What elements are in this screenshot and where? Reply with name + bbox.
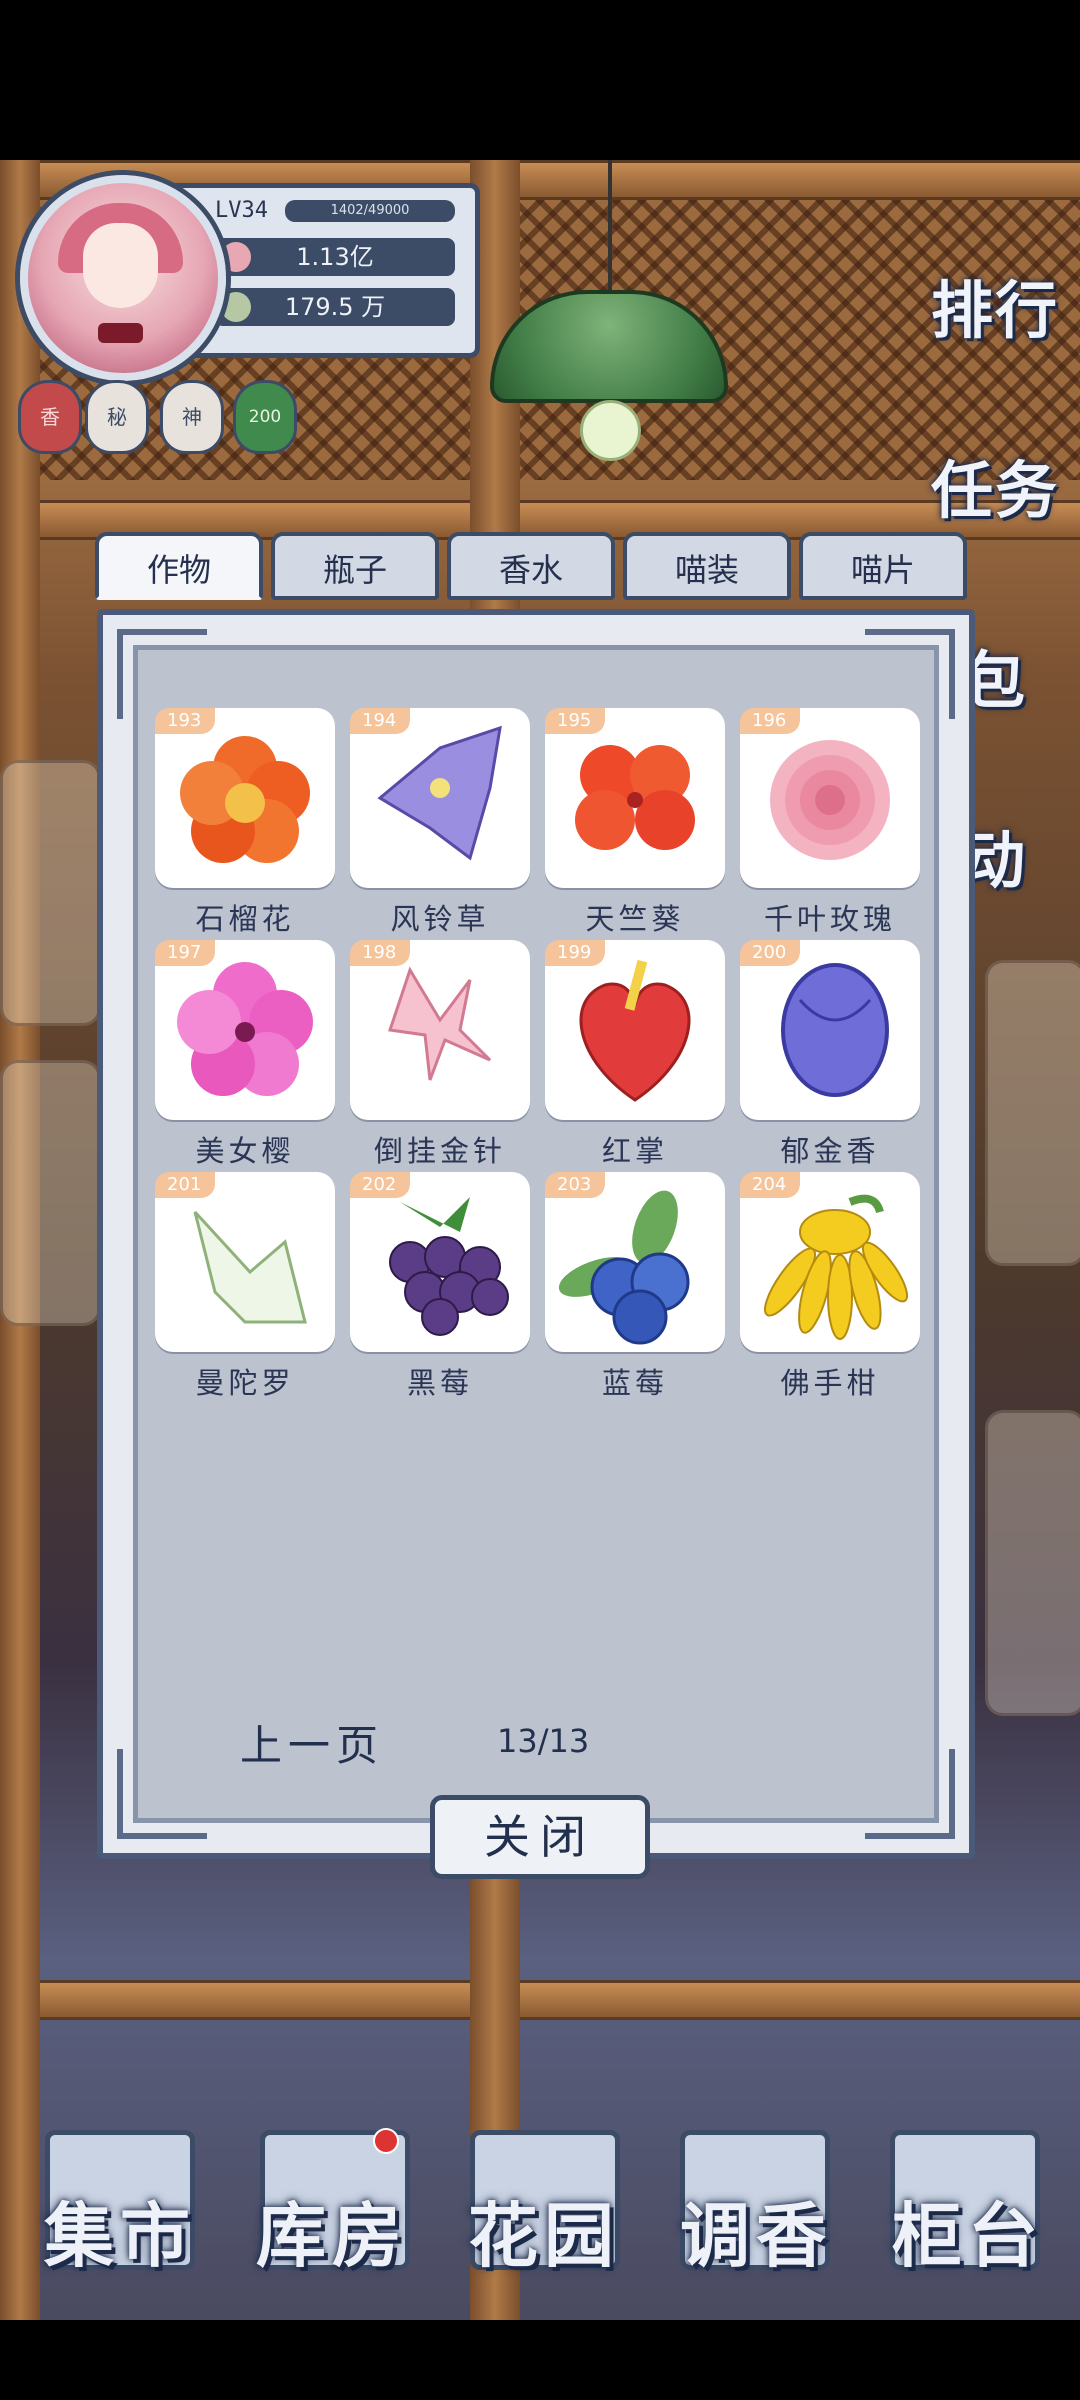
category-tabs: 作物 瓶子 香水 喵装 喵片 <box>95 532 975 607</box>
lamp-cord <box>608 160 612 290</box>
nav-perfumery[interactable]: 调香 <box>646 2180 866 2281</box>
ornament-corner <box>117 1749 207 1839</box>
item-name: 蓝莓 <box>601 1366 668 1400</box>
item-name: 千叶玫瑰 <box>763 902 896 936</box>
tab-cat-outfit[interactable]: 喵装 <box>623 532 791 600</box>
blueberry-icon <box>558 1190 690 1345</box>
item-name: 郁金香 <box>780 1134 880 1168</box>
item-card-bg: 201 <box>155 1172 335 1352</box>
close-button[interactable]: 关闭 <box>430 1795 650 1879</box>
bergamot-icon <box>764 1194 909 1340</box>
avatar-face <box>83 223 158 308</box>
item-number: 199 <box>545 940 606 966</box>
tab-crops[interactable]: 作物 <box>95 532 263 600</box>
item-number: 203 <box>545 1172 606 1198</box>
item-number: 197 <box>155 940 216 966</box>
currency-coins: 1.13亿 <box>215 238 455 276</box>
tab-perfume[interactable]: 香水 <box>447 532 615 600</box>
item-card-bg: 200 <box>740 940 920 1120</box>
leaf-icon <box>221 292 251 322</box>
task-button[interactable]: 任务 <box>920 400 1070 530</box>
tab-bottles[interactable]: 瓶子 <box>271 532 439 600</box>
currency-coins-value: 1.13亿 <box>296 243 374 271</box>
item-name: 风铃草 <box>390 902 490 936</box>
fuchsia-icon <box>388 966 492 1081</box>
player-profile[interactable]: LV34 1402/49000 1.13亿 179.5 万 <box>10 175 480 381</box>
jar-shelf <box>0 760 101 1026</box>
item-card-bg: 193 <box>155 708 335 888</box>
item-card-bg: 195 <box>545 708 725 888</box>
geranium-icon <box>575 745 695 850</box>
item-name: 天竺葵 <box>585 902 685 936</box>
item-name: 黑莓 <box>406 1366 473 1400</box>
bellflower-icon <box>377 725 502 861</box>
prev-page-button[interactable]: 上一页 <box>240 1712 384 1773</box>
item-card-bg: 198 <box>350 940 530 1120</box>
player-level: LV34 <box>215 198 268 223</box>
item-card-bg: 199 <box>545 940 725 1120</box>
badge-shen[interactable]: 神 <box>160 380 224 454</box>
nav-market[interactable]: 集市 <box>10 2180 230 2281</box>
item-name: 红掌 <box>601 1134 668 1168</box>
bulb-icon <box>580 400 641 461</box>
exp-bar: 1402/49000 <box>285 200 455 222</box>
wood-beam <box>0 1980 1080 2020</box>
anthurium-icon <box>579 959 691 1102</box>
item-name: 佛手柑 <box>780 1366 880 1400</box>
item-number: 201 <box>155 1172 216 1198</box>
ornament-corner <box>865 1749 955 1839</box>
item-name: 倒挂金针 <box>373 1134 506 1168</box>
tab-cat-cards[interactable]: 喵片 <box>799 532 967 600</box>
tulip-icon <box>781 963 889 1097</box>
item-card-bg: 202 <box>350 1172 530 1352</box>
item-number: 202 <box>350 1172 411 1198</box>
ranking-label: 排行 <box>930 274 1059 347</box>
item-card-bg: 197 <box>155 940 335 1120</box>
item-name: 石榴花 <box>195 902 295 936</box>
item-name: 美女樱 <box>195 1134 295 1168</box>
task-label: 任务 <box>930 454 1059 527</box>
rose-icon <box>770 740 890 860</box>
currency-leaves: 179.5 万 <box>215 288 455 326</box>
item-card-bg: 196 <box>740 708 920 888</box>
item-card-bg: 194 <box>350 708 530 888</box>
ranking-button[interactable]: 排行 <box>920 220 1070 350</box>
notification-dot <box>373 2128 399 2154</box>
ornament-corner <box>865 629 955 719</box>
item-number: 200 <box>740 940 801 966</box>
verbena-icon <box>177 962 313 1096</box>
item-number: 193 <box>155 708 216 734</box>
blackberry-icon <box>389 1197 509 1336</box>
item-card-bg: 204 <box>740 1172 920 1352</box>
item-number: 198 <box>350 940 411 966</box>
jar-shelf <box>0 1060 101 1326</box>
item-number: 196 <box>740 708 801 734</box>
nav-garden[interactable]: 花园 <box>434 2180 654 2281</box>
ornament-corner <box>117 629 207 719</box>
badge-mi[interactable]: 秘 <box>85 380 149 454</box>
page-indicator: 13/13 <box>497 1722 590 1760</box>
item-card-bg: 203 <box>545 1172 725 1352</box>
jar-shelf <box>985 960 1080 1266</box>
badge-200[interactable]: 200 <box>233 380 297 454</box>
nav-counter[interactable]: 柜台 <box>858 2180 1078 2281</box>
item-number: 204 <box>740 1172 801 1198</box>
item-number: 195 <box>545 708 606 734</box>
nav-warehouse[interactable]: 库房 <box>222 2180 442 2281</box>
avatar-bow <box>98 323 143 343</box>
datura-icon <box>193 1210 307 1324</box>
item-number: 194 <box>350 708 411 734</box>
pomegranate-flower-icon <box>180 736 310 863</box>
jar-shelf <box>985 1410 1080 1716</box>
badge-xiang[interactable]: 香 <box>18 380 82 454</box>
avatar[interactable] <box>20 175 226 381</box>
currency-leaves-value: 179.5 万 <box>284 293 386 321</box>
item-name: 曼陀罗 <box>195 1366 295 1400</box>
